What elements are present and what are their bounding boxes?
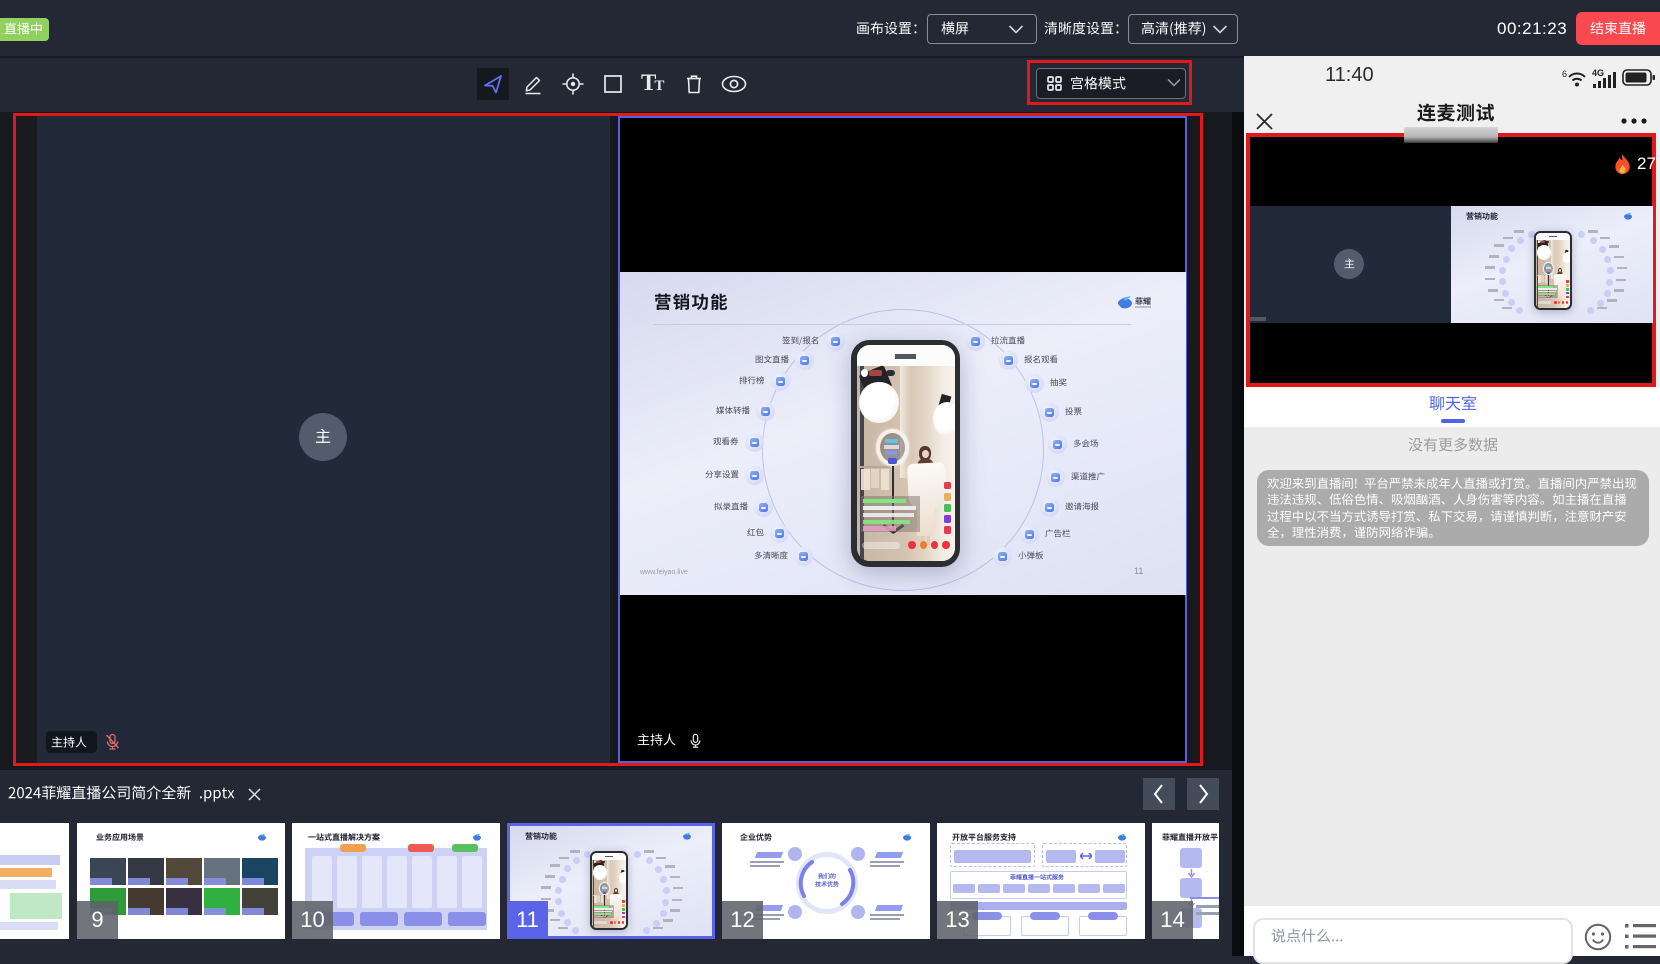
svg-text:4G: 4G [1592,68,1604,78]
svg-text:6: 6 [1562,69,1567,79]
